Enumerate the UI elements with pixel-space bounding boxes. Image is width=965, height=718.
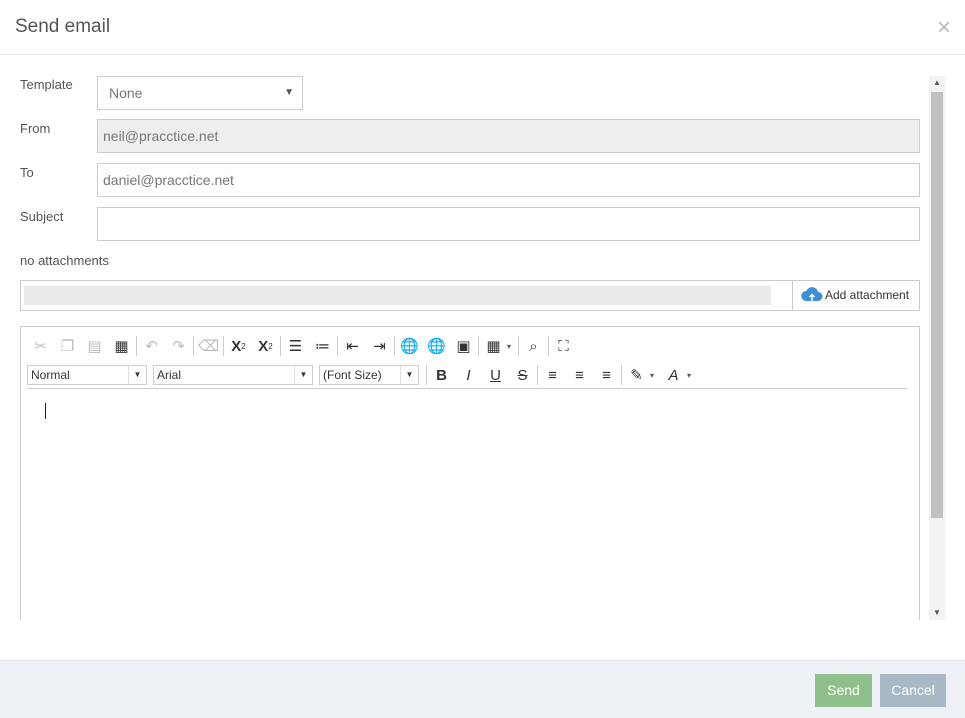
chevron-down-icon: ▼: [294, 366, 312, 384]
link-icon[interactable]: 🌐: [396, 334, 423, 358]
font-select-value: Arial: [157, 368, 182, 382]
toolbar-separator: [136, 336, 137, 356]
dialog-title: Send email: [15, 16, 111, 37]
add-attachment-button[interactable]: Add attachment: [792, 281, 919, 310]
redo-icon[interactable]: ↷: [165, 334, 192, 358]
decrease-indent-icon[interactable]: ⇤: [339, 334, 366, 358]
table-dropdown-icon[interactable]: ▾: [507, 342, 517, 351]
increase-indent-icon[interactable]: ⇥: [366, 334, 393, 358]
italic-icon[interactable]: I: [455, 363, 482, 387]
copy-icon[interactable]: ❐: [54, 334, 81, 358]
template-select[interactable]: None ▼: [97, 76, 303, 110]
attachments-status: no attachments: [20, 253, 109, 268]
format-select[interactable]: Normal ▼: [27, 365, 147, 385]
scrollbar-thumb[interactable]: [931, 92, 943, 518]
dialog-header: Send email ×: [0, 0, 965, 55]
unlink-icon[interactable]: 🌐: [423, 334, 450, 358]
toolbar-separator: [426, 365, 427, 385]
template-label: Template: [20, 77, 73, 92]
strikethrough-icon[interactable]: S: [509, 363, 536, 387]
to-field[interactable]: daniel@pracctice.net: [97, 163, 920, 197]
scroll-down-icon[interactable]: ▼: [929, 606, 945, 620]
spellcheck-dropdown-icon[interactable]: ▾: [650, 371, 660, 380]
from-label: From: [20, 121, 51, 136]
cancel-button[interactable]: Cancel: [880, 674, 946, 707]
cut-icon[interactable]: ✂: [27, 334, 54, 358]
align-left-icon[interactable]: ≡: [539, 363, 566, 387]
toolbar-separator: [537, 365, 538, 385]
cloud-upload-icon: [801, 287, 823, 301]
toolbar-separator: [394, 336, 395, 356]
bulleted-list-icon[interactable]: ≔: [309, 334, 336, 358]
toolbar-separator: [621, 365, 622, 385]
body-scrollbar[interactable]: ▲ ▼: [929, 76, 945, 620]
add-attachment-label: Add attachment: [825, 288, 910, 302]
paste-from-word-icon[interactable]: ▦: [108, 334, 135, 358]
rich-text-editor: ✂ ❐ ▤ ▦ ↶ ↷ ⌫ X2 X2 ☰ ≔ ⇤ ⇥ 🌐 🌐 ▣ ▦ ▾ ⌕ …: [20, 326, 920, 620]
text-cursor: [45, 403, 46, 419]
table-icon[interactable]: ▦: [480, 334, 507, 358]
dialog-footer: Send Cancel: [0, 660, 965, 718]
subject-label: Subject: [20, 209, 64, 224]
image-icon[interactable]: ▣: [450, 334, 477, 358]
numbered-list-icon[interactable]: ☰: [282, 334, 309, 358]
subscript-icon[interactable]: X2: [252, 334, 279, 358]
scroll-up-icon[interactable]: ▲: [929, 76, 945, 90]
toolbar-separator: [518, 336, 519, 356]
close-icon[interactable]: ×: [937, 16, 951, 40]
preview-icon[interactable]: ⌕: [520, 334, 547, 358]
toolbar-separator: [478, 336, 479, 356]
editor-toolbar-row-2: Normal ▼ Arial ▼ (Font Size) ▼ B I U S ≡…: [27, 362, 697, 388]
send-button[interactable]: Send: [815, 674, 872, 707]
editor-toolbar-row-1: ✂ ❐ ▤ ▦ ↶ ↷ ⌫ X2 X2 ☰ ≔ ⇤ ⇥ 🌐 🌐 ▣ ▦ ▾ ⌕ …: [27, 333, 577, 359]
format-select-value: Normal: [31, 368, 70, 382]
font-select[interactable]: Arial ▼: [153, 365, 313, 385]
toolbar-separator: [223, 336, 224, 356]
chevron-down-icon: ▼: [284, 87, 294, 98]
attachment-progress-bar: [24, 286, 771, 305]
editor-content-area[interactable]: [21, 389, 919, 620]
chevron-down-icon: ▼: [400, 366, 418, 384]
undo-icon[interactable]: ↶: [138, 334, 165, 358]
text-color-dropdown-icon[interactable]: ▾: [687, 371, 697, 380]
attachment-row: Add attachment: [20, 280, 920, 311]
dialog-body: Template None ▼ From neil@pracctice.net …: [0, 55, 965, 620]
toolbar-separator: [193, 336, 194, 356]
maximize-icon[interactable]: ⛶: [550, 334, 577, 358]
to-label: To: [20, 165, 34, 180]
bold-icon[interactable]: B: [428, 363, 455, 387]
template-select-value: None: [109, 85, 143, 101]
spellcheck-icon[interactable]: ✎: [623, 363, 650, 387]
superscript-icon[interactable]: X2: [225, 334, 252, 358]
toolbar-separator: [280, 336, 281, 356]
from-field: neil@pracctice.net: [97, 119, 920, 153]
align-right-icon[interactable]: ≡: [593, 363, 620, 387]
text-color-icon[interactable]: A: [660, 363, 687, 387]
font-size-select-value: (Font Size): [323, 368, 382, 382]
font-size-select[interactable]: (Font Size) ▼: [319, 365, 419, 385]
subject-field[interactable]: [97, 207, 920, 241]
remove-format-icon[interactable]: ⌫: [195, 334, 222, 358]
underline-icon[interactable]: U: [482, 363, 509, 387]
align-center-icon[interactable]: ≡: [566, 363, 593, 387]
toolbar-separator: [337, 336, 338, 356]
paste-icon[interactable]: ▤: [81, 334, 108, 358]
toolbar-separator: [548, 336, 549, 356]
chevron-down-icon: ▼: [128, 366, 146, 384]
